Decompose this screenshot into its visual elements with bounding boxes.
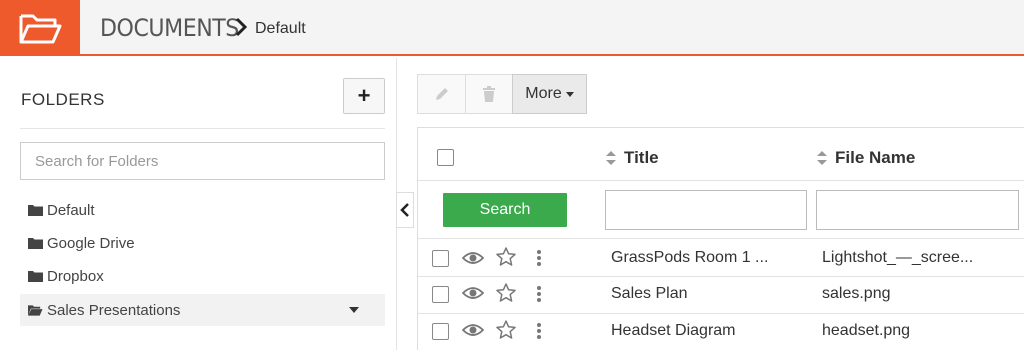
star-icon[interactable] <box>496 320 516 339</box>
cell-file-name: sales.png <box>822 285 891 302</box>
folder-icon <box>28 271 43 282</box>
select-all-checkbox[interactable] <box>437 149 454 166</box>
star-icon[interactable] <box>496 283 516 302</box>
folders-panel: FOLDERS + Default Google Drive Dropbox S… <box>0 58 397 350</box>
trash-icon <box>483 86 495 102</box>
file-name-filter-input[interactable] <box>816 190 1019 230</box>
cell-title[interactable]: Sales Plan <box>611 285 688 303</box>
column-label: Title <box>624 148 659 167</box>
breadcrumb[interactable]: Default <box>255 20 306 38</box>
divider <box>418 276 1024 277</box>
folder-search-input[interactable] <box>20 142 385 180</box>
caret-down-icon <box>565 91 574 97</box>
edit-button[interactable] <box>417 74 465 114</box>
more-label: More <box>525 85 562 102</box>
row-checkbox[interactable] <box>432 250 449 267</box>
search-button[interactable]: Search <box>443 193 567 227</box>
folder-item-google-drive[interactable]: Google Drive <box>20 227 385 259</box>
folder-item-default[interactable]: Default <box>20 194 385 226</box>
folder-item-dropbox[interactable]: Dropbox <box>20 260 385 292</box>
eye-icon[interactable] <box>462 323 484 337</box>
star-icon[interactable] <box>496 247 516 266</box>
pencil-icon <box>435 88 448 100</box>
more-vertical-icon[interactable] <box>536 249 542 267</box>
chevron-right-icon <box>235 17 248 37</box>
eye-icon[interactable] <box>462 286 484 300</box>
cell-title[interactable]: Headset Diagram <box>611 322 736 340</box>
folders-heading: FOLDERS <box>21 90 105 109</box>
divider <box>418 180 1024 181</box>
more-vertical-icon[interactable] <box>536 322 542 340</box>
cell-file-name: headset.png <box>822 322 911 339</box>
folder-open-icon <box>28 305 43 316</box>
column-label: File Name <box>835 148 916 167</box>
caret-down-icon[interactable] <box>349 307 359 313</box>
divider <box>418 238 1024 239</box>
cell-title[interactable]: GrassPods Room 1 ... <box>611 249 768 267</box>
app-logo[interactable] <box>0 0 80 56</box>
folder-label: Default <box>47 201 95 219</box>
documents-table: Title File Name Search GrassPods Room 1 … <box>417 127 1024 350</box>
title-filter-input[interactable] <box>605 190 807 230</box>
collapse-panel-button[interactable] <box>396 192 414 228</box>
folder-icon <box>28 238 43 249</box>
folder-label: Google Drive <box>47 234 135 252</box>
column-header-title[interactable]: Title <box>606 148 659 168</box>
folder-open-icon <box>19 14 62 44</box>
eye-icon[interactable] <box>462 251 484 265</box>
sort-icon <box>606 151 616 165</box>
sort-icon <box>817 151 827 165</box>
folder-label: Sales Presentations <box>47 301 181 319</box>
folder-label: Dropbox <box>47 267 104 285</box>
chevron-left-icon <box>400 203 409 217</box>
folder-icon <box>28 205 43 216</box>
delete-button[interactable] <box>465 74 513 114</box>
folder-item-sales-presentations[interactable]: Sales Presentations <box>20 294 385 326</box>
more-vertical-icon[interactable] <box>536 285 542 303</box>
row-checkbox[interactable] <box>432 286 449 303</box>
more-dropdown-button[interactable]: More <box>512 74 587 114</box>
divider <box>418 313 1024 314</box>
divider <box>20 128 385 129</box>
plus-icon: + <box>357 83 371 108</box>
add-folder-button[interactable]: + <box>343 78 385 114</box>
cell-file-name: Lightshot_—_scree... <box>822 249 974 266</box>
row-checkbox[interactable] <box>432 323 449 340</box>
page-title: DOCUMENTS <box>100 14 239 42</box>
column-header-file-name[interactable]: File Name <box>817 148 915 168</box>
app-header: DOCUMENTS Default <box>0 0 1024 56</box>
